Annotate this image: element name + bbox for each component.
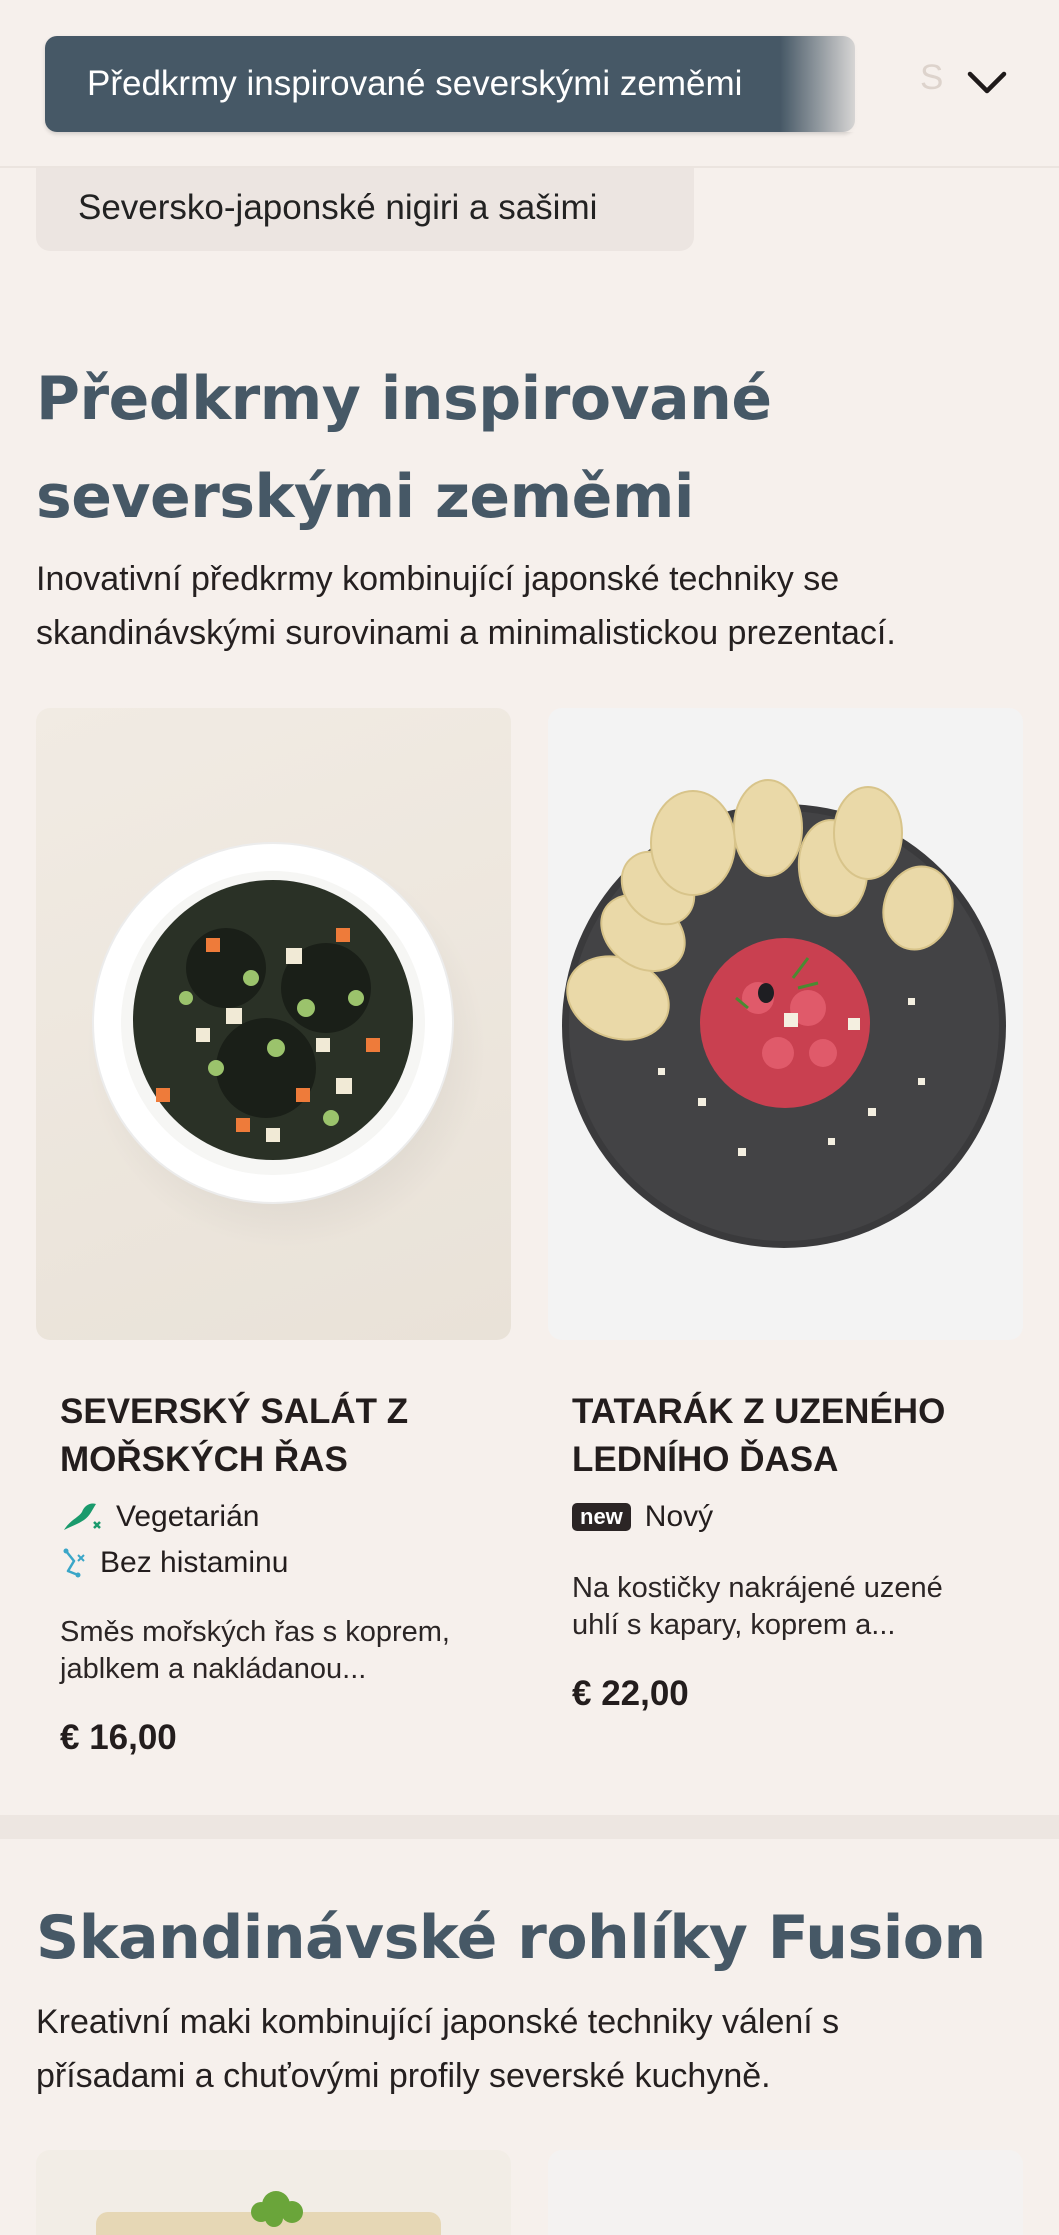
category-nav-bar: Předkrmy inspirované severskými zeměmi S xyxy=(0,0,1059,168)
dish-price: € 22,00 xyxy=(572,1674,689,1713)
menu-item-card[interactable]: TATARÁK Z UZENÉHO LEDNÍHO ĎASA new Nový … xyxy=(548,708,1023,1714)
dish-image-seaweed-salad xyxy=(36,708,511,1340)
dish-name-line1: TATARÁK Z UZENÉHO xyxy=(572,1392,946,1431)
dish-name: TATARÁK Z UZENÉHO LEDNÍHO ĎASA xyxy=(572,1388,999,1484)
dish-description: Na kostičky nakrájené uzené uhlí s kapar… xyxy=(572,1570,999,1644)
category-chip-label: Seversko-japonské nigiri a sašimi xyxy=(78,188,598,227)
section-title-line2: severskými zeměmi xyxy=(36,462,694,532)
new-badge: new xyxy=(572,1503,631,1531)
dish-desc-line1: Na kostičky nakrájené uzené xyxy=(572,1572,943,1604)
menu-item-card[interactable] xyxy=(548,2150,1023,2235)
category-chip-nigiri[interactable]: Seversko-japonské nigiri a sašimi xyxy=(36,165,694,251)
dish-desc-line2: jablkem a nakládanou... xyxy=(60,1653,367,1685)
section-desc-line2: skandinávskými surovinami a minimalistic… xyxy=(36,614,896,652)
section-description: Inovativní předkrmy kombinující japonské… xyxy=(36,552,1036,660)
section-title-line1: Předkrmy inspirované xyxy=(36,364,772,434)
category-tab-active[interactable]: Předkrmy inspirované severskými zeměmi xyxy=(45,36,855,132)
category-fade xyxy=(780,36,910,132)
tag-label: Bez histaminu xyxy=(100,1546,289,1579)
section-title: Skandinávské rohlíky Fusion xyxy=(36,1903,986,1973)
new-badge-icon: new xyxy=(572,1503,631,1531)
dish-desc-line2: uhlí s kapary, koprem a... xyxy=(572,1609,896,1641)
new-tag: new Nový xyxy=(572,1500,999,1534)
dish-name: SEVERSKÝ SALÁT Z MOŘSKÝCH ŘAS xyxy=(60,1388,487,1484)
section-description: Kreativní maki kombinující japonské tech… xyxy=(36,1995,1036,2103)
dish-desc-line1: Směs mořských řas s koprem, xyxy=(60,1616,450,1648)
dish-name-line2: MOŘSKÝCH ŘAS xyxy=(60,1440,348,1479)
chevron-down-icon[interactable] xyxy=(964,62,1010,102)
tag-label: Nový xyxy=(644,1500,714,1533)
tag-label: Vegetarián xyxy=(116,1500,260,1533)
section-desc-line1: Inovativní předkrmy kombinující japonské… xyxy=(36,560,840,598)
category-tab-label: Předkrmy inspirované severskými zeměmi xyxy=(87,64,743,103)
vegetarian-icon xyxy=(60,1500,102,1534)
dish-image xyxy=(96,2191,441,2235)
menu-item-card[interactable] xyxy=(36,2150,511,2235)
dish-price: € 16,00 xyxy=(60,1718,177,1757)
histamine-free-icon xyxy=(60,1547,86,1579)
dish-name-line2: LEDNÍHO ĎASA xyxy=(572,1440,839,1479)
dish-image-tartare xyxy=(548,708,1023,1340)
section-divider xyxy=(0,1815,1059,1839)
dish-description: Směs mořských řas s koprem, jablkem a na… xyxy=(60,1614,487,1688)
dish-name-line1: SEVERSKÝ SALÁT Z xyxy=(60,1392,409,1431)
dietary-tag-vegetarian: Vegetarián xyxy=(60,1500,487,1534)
section-desc-line1: Kreativní maki kombinující japonské tech… xyxy=(36,2003,840,2041)
dietary-tag-histamine-free: Bez histaminu xyxy=(60,1546,487,1580)
section-desc-line2: přísadami a chuťovými profily severské k… xyxy=(36,2057,771,2095)
category-tab-next[interactable]: S xyxy=(920,58,943,98)
menu-item-card[interactable]: SEVERSKÝ SALÁT Z MOŘSKÝCH ŘAS Vegetarián… xyxy=(36,708,511,1758)
